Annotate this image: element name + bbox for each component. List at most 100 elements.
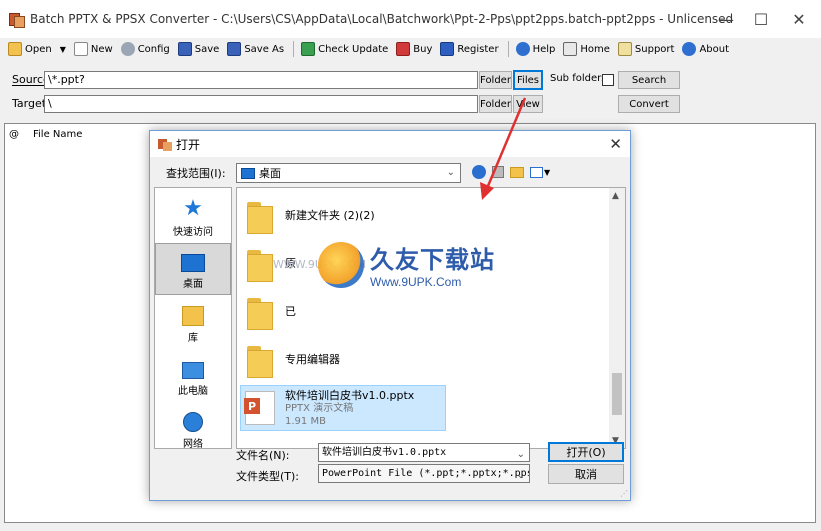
- save-button[interactable]: Save: [175, 39, 223, 59]
- folder-icon: [245, 294, 273, 330]
- computer-icon: [182, 362, 204, 379]
- save-as-button[interactable]: Save As: [224, 39, 287, 59]
- update-icon: [301, 42, 316, 56]
- toolbar: Open ▼ New Config Save Save As Check Upd…: [0, 38, 821, 60]
- list-item-selected[interactable]: 软件培训白皮书v1.0.pptx PPTX 演示文稿 1.91 MB: [240, 385, 446, 431]
- toolbar-separator: [507, 41, 509, 57]
- source-folder-button[interactable]: Folder: [479, 71, 512, 89]
- chevron-down-icon[interactable]: ⌄: [517, 467, 525, 482]
- home-icon: [563, 42, 578, 56]
- place-this-pc[interactable]: 此电脑: [155, 349, 231, 401]
- chevron-down-icon[interactable]: ⌄: [517, 446, 525, 461]
- home-button[interactable]: Home: [560, 39, 613, 59]
- new-button[interactable]: New: [71, 39, 116, 59]
- open-file-dialog: 打开 ✕ 查找范围(I): 桌面 ⌄ ▼ ★ 快速访问 桌面 库 此电脑 网络 …: [149, 130, 631, 501]
- floppy-as-icon: [227, 42, 242, 56]
- register-button[interactable]: Register: [437, 39, 501, 59]
- cart-icon: [396, 42, 411, 56]
- selected-file-name: 软件培训白皮书v1.0.pptx: [285, 388, 415, 402]
- column-header-file-name[interactable]: File Name: [33, 129, 82, 140]
- new-folder-icon[interactable]: [510, 166, 524, 178]
- place-libraries[interactable]: 库: [155, 296, 231, 348]
- desktop-icon: [181, 254, 205, 272]
- close-button[interactable]: ✕: [776, 0, 821, 38]
- column-header-at[interactable]: @: [9, 129, 19, 140]
- source-row: Source \*.ppt? Folder Files Sub folders …: [0, 68, 821, 92]
- selected-file-type: PPTX 演示文稿: [285, 402, 354, 414]
- desktop-icon: [241, 167, 255, 179]
- help-button[interactable]: Help: [513, 39, 559, 59]
- register-icon: [440, 42, 455, 56]
- folder-icon: [245, 342, 273, 378]
- list-item[interactable]: 新建文件夹 (2)(2): [245, 192, 375, 238]
- target-folder-button[interactable]: Folder: [479, 95, 512, 113]
- watermark-url: Www.9UPK.Com: [370, 275, 462, 289]
- window-title: Batch PPTX & PPSX Converter - C:\Users\C…: [30, 12, 734, 26]
- target-label: Target: [12, 97, 47, 110]
- network-icon: [183, 412, 203, 432]
- cancel-button[interactable]: 取消: [548, 464, 624, 484]
- buy-button[interactable]: Buy: [393, 39, 435, 59]
- back-icon[interactable]: [472, 165, 486, 179]
- dialog-close-button[interactable]: ✕: [609, 135, 622, 153]
- pptx-file-icon: [244, 391, 275, 425]
- source-input[interactable]: \*.ppt?: [44, 71, 478, 89]
- view-dropdown-icon[interactable]: ▼: [544, 168, 550, 177]
- source-files-button[interactable]: Files: [513, 70, 543, 90]
- search-button[interactable]: Search: [618, 71, 680, 89]
- place-desktop[interactable]: 桌面: [155, 243, 231, 295]
- folder-icon: [245, 246, 273, 282]
- config-button[interactable]: Config: [118, 39, 173, 59]
- vertical-scrollbar[interactable]: ▲ ▼: [609, 188, 625, 448]
- list-item[interactable]: 专用编辑器: [245, 336, 340, 382]
- watermark: 久友下载站 Www.9UPK.Com: [318, 240, 495, 289]
- open-button[interactable]: Open: [5, 39, 55, 59]
- dialog-title-bar: 打开 ✕: [150, 131, 630, 157]
- subfolders-label: Sub folders: [550, 73, 607, 84]
- support-icon: [617, 42, 632, 56]
- up-folder-icon[interactable]: [492, 166, 504, 178]
- watermark-title: 久友下载站: [370, 246, 495, 274]
- open-dropdown-button[interactable]: ▼: [57, 39, 69, 59]
- gear-icon: [120, 42, 135, 56]
- filename-label: 文件名(N):: [236, 449, 290, 462]
- chevron-down-icon: ⌄: [446, 167, 455, 178]
- look-in-value: 桌面: [259, 167, 281, 180]
- selected-file-size: 1.91 MB: [285, 415, 326, 427]
- star-icon: ★: [183, 196, 203, 221]
- toolbar-separator: [293, 41, 295, 57]
- info-icon: [682, 42, 697, 56]
- folder-open-icon: [8, 42, 22, 56]
- look-in-label: 查找范围(I):: [166, 167, 226, 180]
- look-in-combo[interactable]: 桌面 ⌄: [236, 163, 461, 183]
- open-button-dialog[interactable]: 打开(O): [548, 442, 624, 462]
- dialog-file-list[interactable]: 新建文件夹 (2)(2) 原 已 专用编辑器 软件培训白皮书v1.0.pptx …: [236, 187, 626, 449]
- target-row: Target \ Folder View Convert: [0, 92, 821, 116]
- filename-input[interactable]: 软件培训白皮书v1.0.pptx ⌄: [318, 443, 530, 462]
- about-button[interactable]: About: [679, 39, 732, 59]
- list-item[interactable]: 已: [245, 288, 296, 334]
- watermark-logo-icon: [318, 241, 364, 288]
- dialog-title: 打开: [176, 137, 201, 152]
- folder-icon: [245, 198, 273, 234]
- place-quick-access[interactable]: ★ 快速访问: [155, 190, 231, 242]
- app-icon: [8, 11, 25, 28]
- scrollbar-thumb[interactable]: [612, 373, 622, 415]
- scroll-up-icon[interactable]: ▲: [612, 191, 619, 201]
- check-update-button[interactable]: Check Update: [298, 39, 391, 59]
- floppy-icon: [177, 42, 192, 56]
- dialog-nav-toolbar: ▼: [472, 165, 556, 179]
- filetype-select[interactable]: PowerPoint File (*.ppt;*.pptx;*.pps;* ⌄: [318, 464, 530, 483]
- support-button[interactable]: Support: [615, 39, 678, 59]
- target-input[interactable]: \: [44, 95, 478, 113]
- help-icon: [515, 42, 530, 56]
- filetype-label: 文件类型(T):: [236, 470, 300, 483]
- convert-button[interactable]: Convert: [618, 95, 680, 113]
- view-button[interactable]: View: [513, 95, 543, 113]
- places-bar: ★ 快速访问 桌面 库 此电脑 网络: [154, 187, 232, 450]
- resize-grip-icon[interactable]: ⋰: [620, 489, 628, 498]
- title-bar: Batch PPTX & PPSX Converter - C:\Users\C…: [0, 0, 821, 38]
- place-network[interactable]: 网络: [155, 402, 231, 454]
- subfolders-checkbox[interactable]: [602, 74, 614, 86]
- view-menu-icon[interactable]: [530, 166, 543, 178]
